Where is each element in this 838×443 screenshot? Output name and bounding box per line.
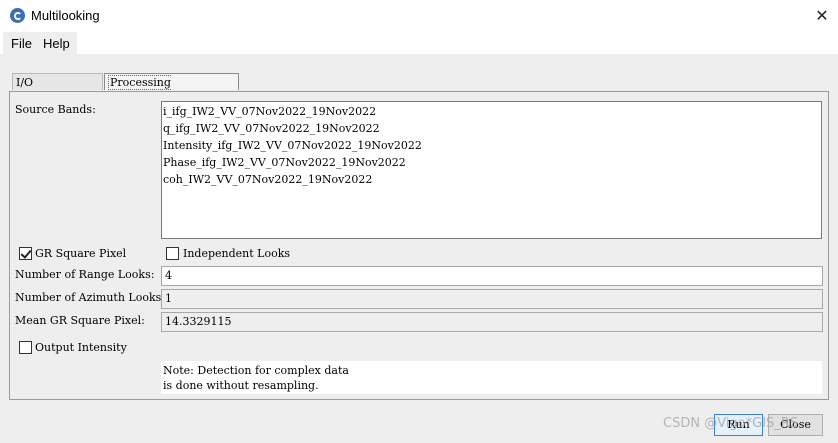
gr-square-pixel-checkbox[interactable] (19, 247, 32, 260)
menu-help[interactable]: Help (43, 36, 70, 51)
note-line-1: Note: Detection for complex data (163, 364, 349, 377)
list-item[interactable]: coh_IW2_VV_07Nov2022_19Nov2022 (163, 173, 372, 186)
watermark: CSDN @Vigo*GIS_RS (663, 416, 799, 431)
azimuth-looks-label: Number of Azimuth Looks: (15, 291, 165, 304)
independent-looks-checkbox[interactable] (166, 247, 179, 260)
list-item[interactable]: Intensity_ifg_IW2_VV_07Nov2022_19Nov2022 (163, 139, 422, 152)
tab-io-parameters[interactable]: I/O Parameters (12, 73, 103, 106)
title-bar (0, 0, 838, 32)
azimuth-looks-field: 1 (161, 289, 823, 309)
list-item[interactable]: Phase_ifg_IW2_VV_07Nov2022_19Nov2022 (163, 156, 406, 169)
mean-gr-label: Mean GR Square Pixel: (15, 314, 145, 327)
range-looks-label: Number of Range Looks: (15, 268, 155, 281)
list-item[interactable]: i_ifg_IW2_VV_07Nov2022_19Nov2022 (163, 105, 376, 118)
output-intensity-label: Output Intensity (35, 341, 127, 354)
independent-looks-label: Independent Looks (183, 247, 291, 260)
range-looks-field[interactable]: 4 (161, 266, 823, 286)
close-icon[interactable]: ✕ (812, 6, 832, 26)
window-title: Multilooking (31, 8, 100, 23)
output-intensity-checkbox[interactable] (19, 341, 32, 354)
menu-file[interactable]: File (11, 36, 32, 51)
menu-bar (0, 32, 838, 54)
note-line-2: is done without resampling. (163, 379, 319, 392)
source-bands-label: Source Bands: (15, 103, 96, 116)
gr-square-pixel-label: GR Square Pixel (35, 247, 127, 260)
app-icon (10, 8, 25, 23)
tab-processing-parameters[interactable]: Processing Parameters (104, 73, 239, 107)
list-item[interactable]: q_ifg_IW2_VV_07Nov2022_19Nov2022 (163, 122, 380, 135)
mean-gr-field: 14.3329115 (161, 312, 823, 332)
